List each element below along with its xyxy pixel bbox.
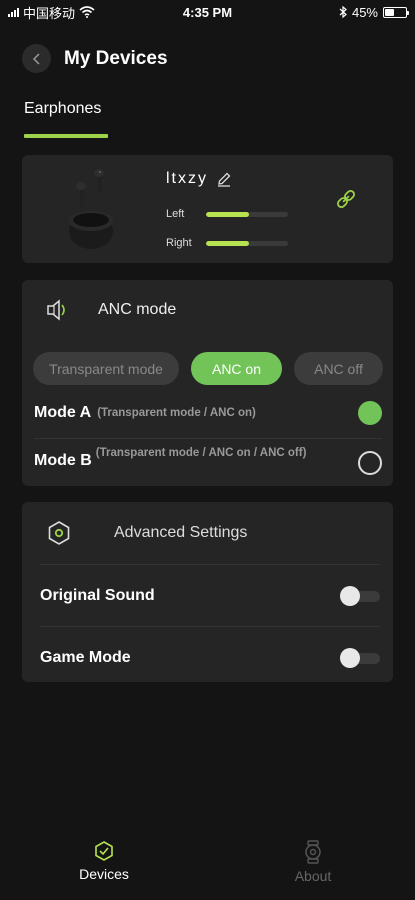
battery-row-right: Right [166,237,288,249]
mode-a-radio[interactable] [358,401,382,425]
advanced-divider-top [40,564,380,565]
anc-header: ANC mode [44,298,176,322]
tab-underline [24,134,108,138]
battery-fill-left [206,211,249,217]
nav-devices-label: Devices [79,866,129,882]
anc-option-row: Transparent mode ANC on ANC off [33,352,383,385]
link-icon[interactable] [334,187,358,211]
game-mode-label: Game Mode [40,649,131,666]
mode-b-label: Mode B [34,452,92,469]
battery-label-left: Left [166,208,185,220]
anc-option-off[interactable]: ANC off [294,352,383,385]
advanced-settings-card: Advanced Settings Original Sound Game Mo… [22,502,393,682]
advanced-divider-middle [40,626,380,627]
bluetooth-icon [339,6,347,18]
mode-a-row[interactable]: Mode A (Transparent mode / ANC on) [34,401,382,425]
header: My Devices [22,44,168,73]
mode-b-row[interactable]: Mode B (Transparent mode / ANC on / ANC … [34,446,382,475]
original-sound-toggle[interactable] [340,586,380,606]
hexagon-settings-icon [48,521,70,545]
mode-a-description: (Transparent mode / ANC on) [97,406,256,419]
bottom-nav: Devices About [0,840,415,900]
nav-about-label: About [294,868,332,884]
advanced-settings-title: Advanced Settings [114,524,248,541]
device-name-text: ltxzy [166,170,208,187]
device-name: ltxzy [166,170,232,188]
device-card: ltxzy Left Right [22,155,393,263]
setting-original-sound: Original Sound [40,586,380,606]
battery-percent: 45% [351,4,378,20]
page-title: My Devices [64,47,168,69]
mode-divider [34,438,382,439]
anc-title: ANC mode [98,301,177,318]
mode-a-label: Mode A [34,404,92,421]
back-button[interactable] [22,44,51,73]
wifi-icon [79,6,95,18]
speaker-icon [47,299,65,321]
battery-fill [385,8,394,16]
chevron-left-icon [32,52,40,65]
battery-icon [383,6,409,18]
toggle-knob [340,648,360,668]
earphones-icon [95,841,113,861]
toggle-knob [340,586,360,606]
battery-label-right: Right [166,237,192,249]
battery-bar-right [206,240,288,246]
tab-earphones[interactable]: Earphones [24,100,101,118]
status-right: 45% [339,4,409,20]
nav-devices[interactable]: Devices [75,840,133,882]
anc-option-transparent[interactable]: Transparent mode [33,352,179,385]
earphones-case-image [69,169,113,249]
status-left: 中国移动 [8,3,95,22]
watch-icon [305,840,321,864]
nav-about[interactable]: About [292,840,334,884]
signal-icon [8,7,19,17]
setting-game-mode: Game Mode [40,648,380,668]
anc-card: ANC mode Transparent mode ANC on ANC off… [22,280,393,486]
battery-row-left: Left [166,208,288,220]
anc-option-on[interactable]: ANC on [191,352,282,385]
carrier-label: 中国移动 [23,5,76,21]
original-sound-label: Original Sound [40,587,155,604]
pencil-icon[interactable] [216,171,232,187]
battery-bar-left [206,211,288,217]
advanced-settings-header[interactable]: Advanced Settings [46,520,247,546]
mode-b-description: (Transparent mode / ANC on / ANC off) [95,447,307,459]
battery-fill-right [206,240,249,246]
mode-b-radio[interactable] [358,451,382,475]
game-mode-toggle[interactable] [340,648,380,668]
status-bar: 中国移动 4:35 PM 45% [0,0,415,24]
